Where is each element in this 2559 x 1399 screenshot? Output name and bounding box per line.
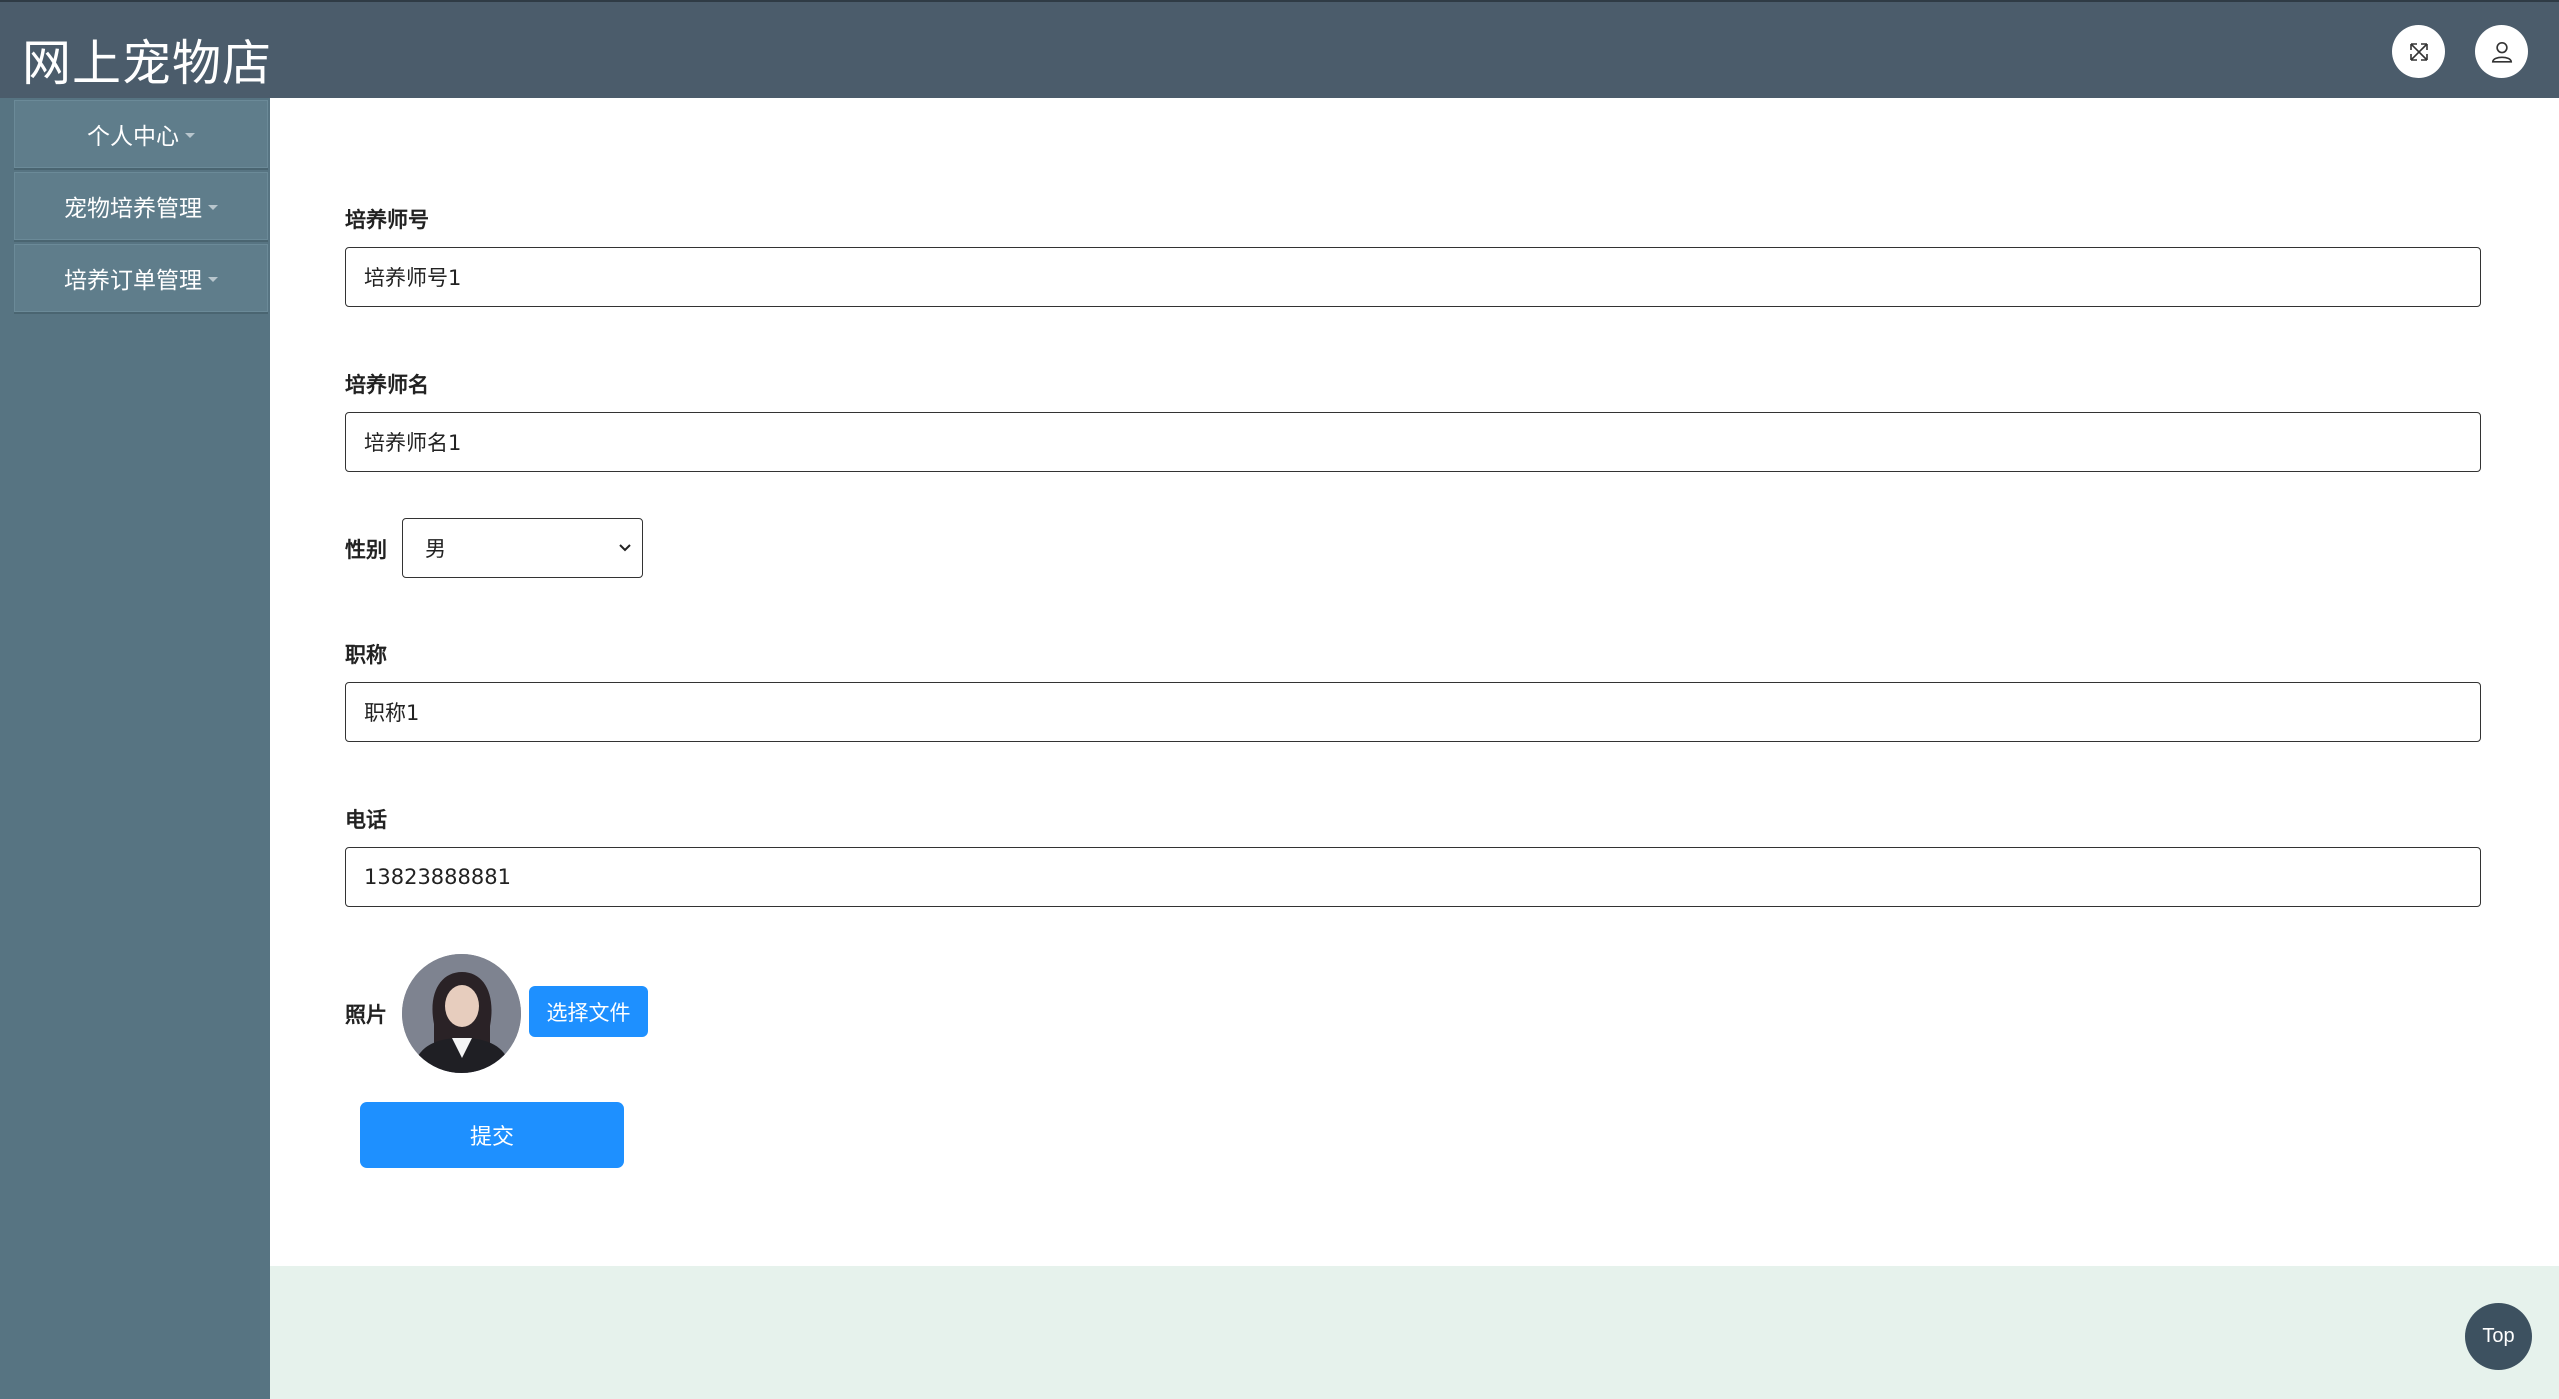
chevron-down-icon <box>619 544 631 552</box>
fullscreen-button[interactable] <box>2392 25 2445 78</box>
phone-label: 电话 <box>345 808 387 832</box>
gender-selected-value: 男 <box>425 537 446 561</box>
sidebar-item-personal-center[interactable]: 个人中心 <box>14 100 268 170</box>
caret-down-icon <box>208 204 218 210</box>
trainer-name-input[interactable] <box>345 412 2481 472</box>
caret-down-icon <box>208 276 218 282</box>
sidebar-item-training-orders[interactable]: 培养订单管理 <box>14 244 268 314</box>
gender-select[interactable]: 男 <box>402 518 643 578</box>
choose-file-button[interactable]: 选择文件 <box>529 986 648 1037</box>
trainer-name-label: 培养师名 <box>345 373 429 397</box>
sidebar-item-label: 宠物培养管理 <box>64 196 202 222</box>
sidebar: 个人中心 宠物培养管理 培养订单管理 <box>0 98 270 1399</box>
phone-input[interactable] <box>345 847 2481 907</box>
fullscreen-expand-icon <box>2409 42 2428 61</box>
user-icon <box>2491 41 2512 63</box>
sidebar-item-label: 个人中心 <box>87 124 179 150</box>
user-button[interactable] <box>2475 25 2528 78</box>
job-title-label: 职称 <box>345 643 387 667</box>
trainer-id-label: 培养师号 <box>345 208 429 232</box>
submit-button[interactable]: 提交 <box>360 1102 624 1168</box>
sidebar-item-label: 培养订单管理 <box>64 268 202 294</box>
job-title-input[interactable] <box>345 682 2481 742</box>
top-navbar: 网上宠物店 <box>0 0 2559 98</box>
trainer-id-input[interactable] <box>345 247 2481 307</box>
main-content: 培养师号 培养师名 性别 男 职称 电话 照片 选择文件 提交 <box>270 98 2559 1266</box>
back-to-top-button[interactable]: Top <box>2465 1303 2532 1370</box>
app-title: 网上宠物店 <box>22 35 273 92</box>
sidebar-item-pet-training[interactable]: 宠物培养管理 <box>14 172 268 242</box>
caret-down-icon <box>185 132 195 138</box>
gender-label: 性别 <box>345 538 387 562</box>
photo-label: 照片 <box>345 1003 387 1027</box>
trainer-photo <box>402 954 521 1073</box>
